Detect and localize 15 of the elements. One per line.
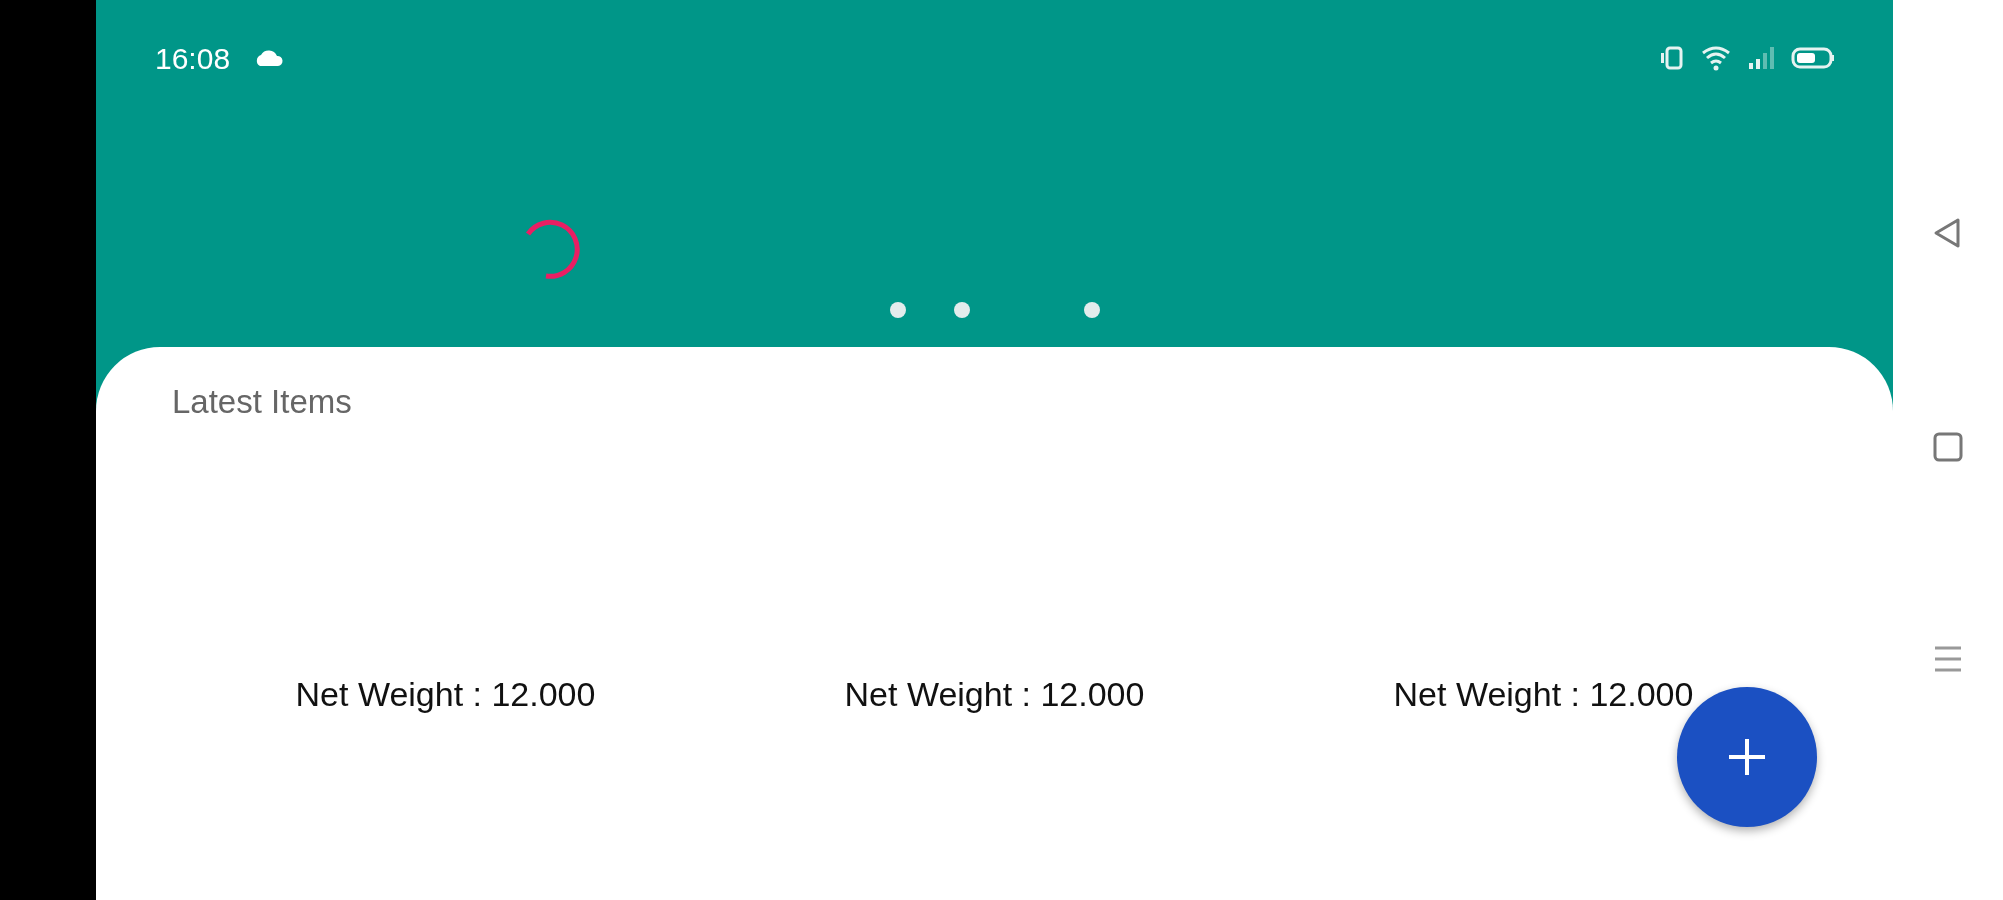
vibrate-icon: [1659, 46, 1685, 70]
page-dot: [953, 302, 970, 318]
section-title: Latest Items: [171, 382, 353, 422]
status-time: 16:08: [155, 40, 231, 77]
page-dot: [1083, 302, 1100, 318]
net-weight-text: Net Weight : 12.000: [295, 673, 596, 715]
signal-icon: [1747, 45, 1775, 71]
plus-icon: [1727, 737, 1767, 777]
cloud-icon: [254, 49, 285, 67]
battery-icon: [1791, 46, 1835, 70]
home-icon[interactable]: [1932, 431, 1964, 463]
wifi-icon: [1701, 45, 1731, 71]
net-weight-text: Net Weight : 12.000: [1393, 673, 1694, 715]
page-dot: [889, 302, 906, 318]
net-weight-text: Net Weight : 12.000: [844, 673, 1145, 715]
